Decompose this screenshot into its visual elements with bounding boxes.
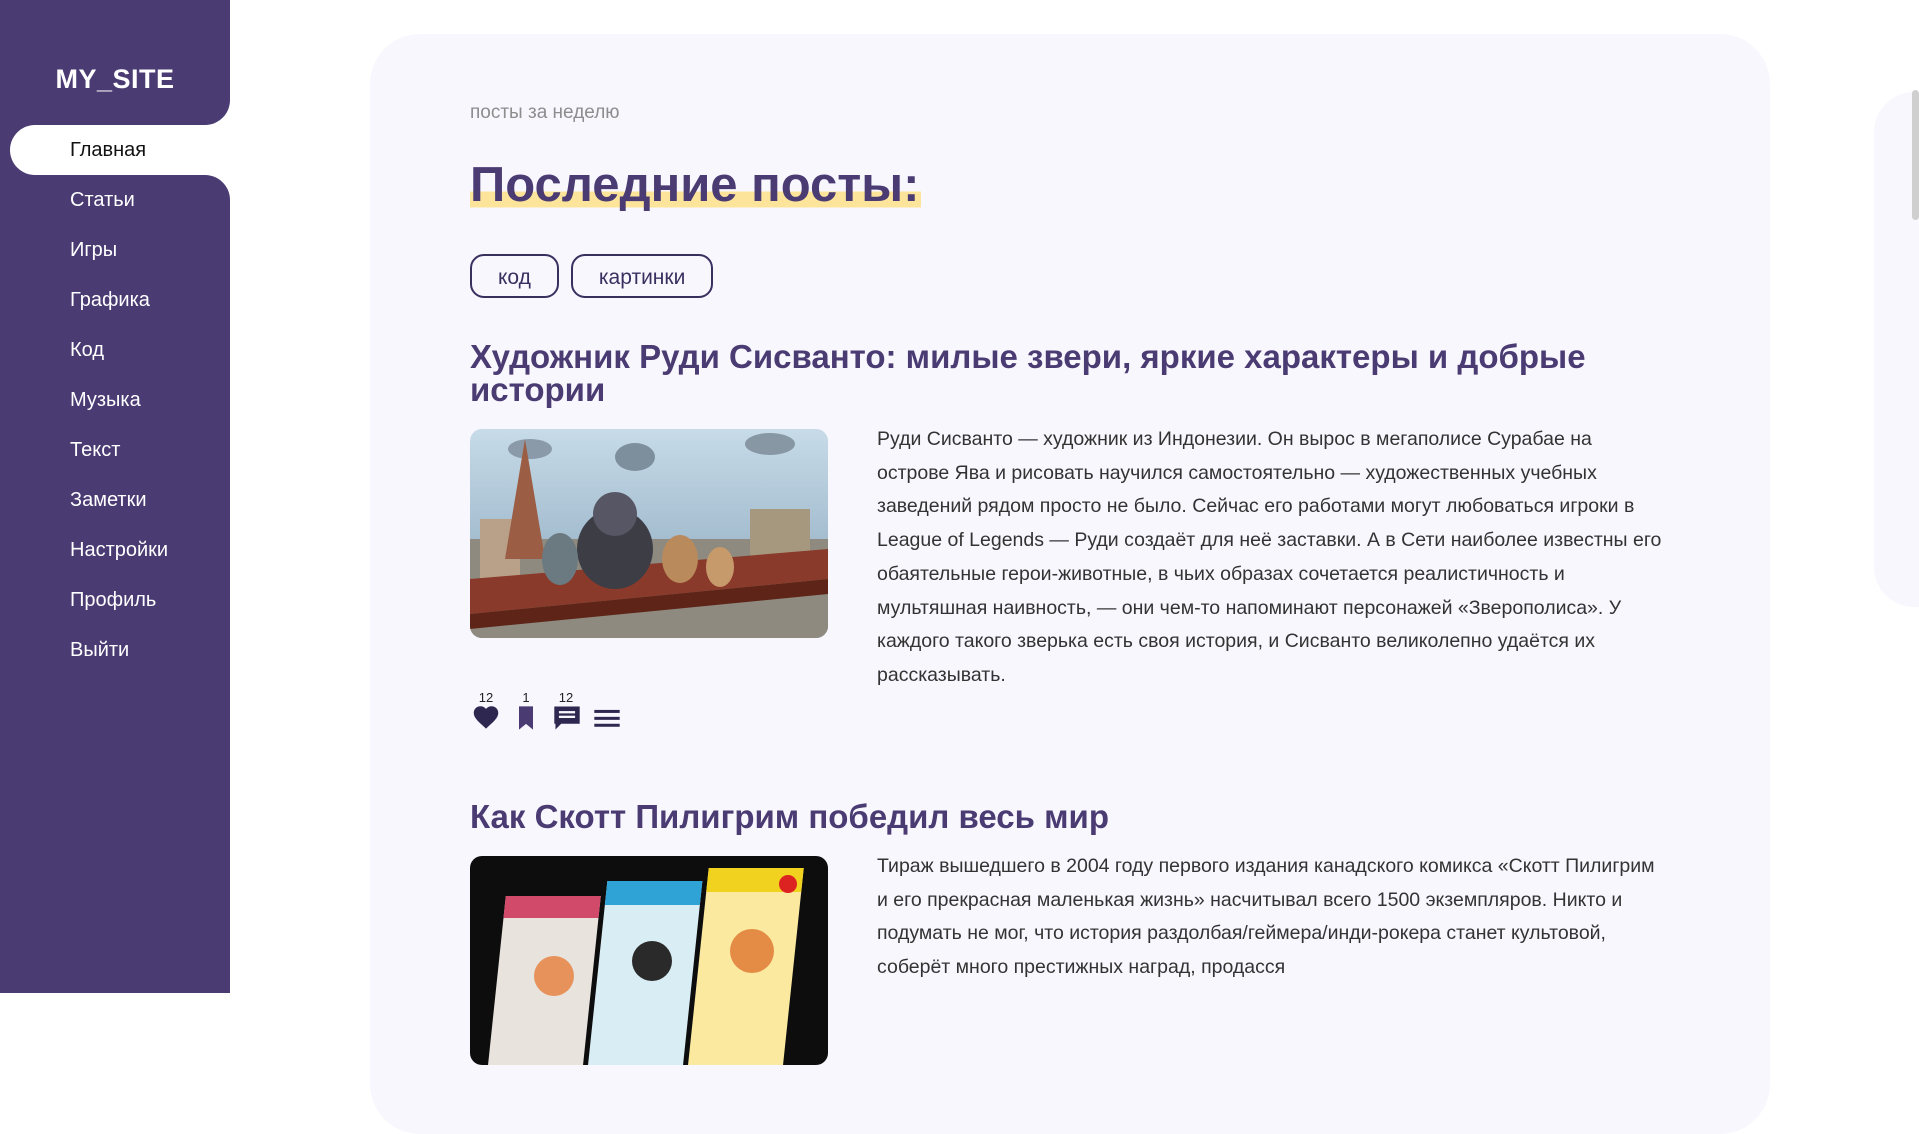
- sidebar-item-text[interactable]: Текст: [0, 425, 230, 475]
- bookmark-icon: [519, 706, 533, 730]
- post-actions: 12 1 12: [470, 690, 622, 734]
- sidebar-nav: Главная Статьи Игры Графика Код Музыка Т…: [0, 125, 230, 675]
- scrollbar-thumb[interactable]: [1912, 90, 1919, 220]
- like-button[interactable]: 12: [470, 690, 502, 734]
- sidebar: MY_SITE Главная Статьи Игры Графика Код …: [0, 0, 230, 993]
- sidebar-item-games[interactable]: Игры: [0, 225, 230, 275]
- tag-images-button[interactable]: картинки: [570, 254, 714, 298]
- tag-filters: код картинки: [470, 254, 714, 298]
- heart-icon: [473, 706, 499, 729]
- menu-button[interactable]: [590, 690, 622, 734]
- post-excerpt-2: Тираж вышедшего в 2004 году первого изда…: [877, 855, 1655, 979]
- page-subtitle: посты за неделю: [470, 102, 620, 123]
- sidebar-item-articles[interactable]: Статьи: [0, 175, 230, 225]
- like-count: 12: [478, 690, 494, 705]
- post-image[interactable]: [470, 429, 828, 638]
- site-logo[interactable]: MY_SITE: [0, 64, 230, 95]
- comment-button[interactable]: 12: [550, 690, 582, 734]
- sidebar-item-graphics[interactable]: Графика: [0, 275, 230, 325]
- sidebar-item-profile[interactable]: Профиль: [0, 575, 230, 625]
- menu-icon: [594, 709, 620, 727]
- sidebar-item-code[interactable]: Код: [0, 325, 230, 375]
- comment-count: 12: [558, 690, 574, 705]
- sidebar-item-music[interactable]: Музыка: [0, 375, 230, 425]
- post-title-2[interactable]: Как Скотт Пилигрим победил весь мир: [470, 800, 1670, 833]
- comment-icon: [554, 706, 580, 730]
- sidebar-item-home[interactable]: Главная: [10, 125, 230, 175]
- artwork-illustration: [470, 429, 828, 638]
- post-title[interactable]: Художник Руди Сисванто: милые звери, ярк…: [470, 340, 1670, 406]
- post-excerpt: Руди Сисванто — художник из Индонезии. О…: [877, 428, 1662, 686]
- bookmark-button[interactable]: 1: [510, 690, 542, 734]
- comic-books-photo: [470, 856, 828, 1065]
- post-image-2[interactable]: [470, 856, 828, 1065]
- sidebar-item-settings[interactable]: Настройки: [0, 525, 230, 575]
- sidebar-item-logout[interactable]: Выйти: [0, 625, 230, 675]
- sidebar-item-notes[interactable]: Заметки: [0, 475, 230, 525]
- page-title: Последние посты:: [470, 158, 922, 212]
- tag-code-button[interactable]: код: [470, 254, 559, 298]
- bookmark-count: 1: [522, 690, 530, 705]
